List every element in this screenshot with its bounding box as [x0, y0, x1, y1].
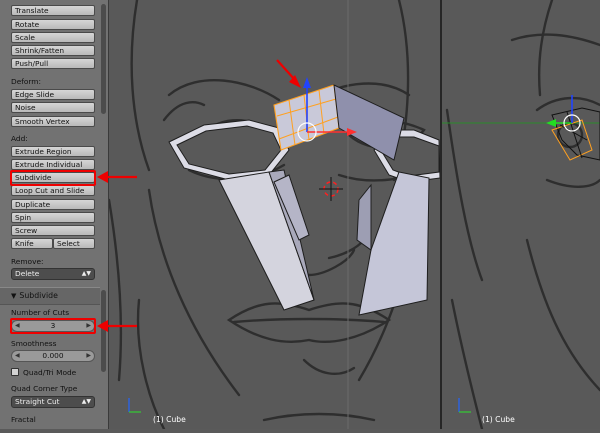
scale-button[interactable]: Scale	[11, 32, 95, 43]
smoothness-label: Smoothness	[11, 339, 57, 348]
loop-cut-button[interactable]: Loop Cut and Slide	[11, 185, 95, 196]
add-label: Add:	[11, 134, 28, 143]
translate-button[interactable]: Translate	[11, 5, 95, 16]
viewport-scene	[107, 0, 441, 431]
scrollbar-top[interactable]	[101, 4, 106, 114]
annotation-arrow-cuts	[97, 320, 137, 332]
number-of-cuts-label: Number of Cuts	[11, 308, 70, 317]
knife-button[interactable]: Knife	[11, 238, 53, 249]
quad-tri-label: Quad/Tri Mode	[23, 368, 77, 377]
remove-label: Remove:	[11, 257, 44, 266]
smoothness-field[interactable]: ◀ 0.000 ▶	[11, 350, 95, 362]
fractal-label: Fractal	[11, 415, 36, 424]
decrement-arrow-icon[interactable]: ◀	[15, 351, 20, 361]
number-of-cuts-highlight	[10, 318, 96, 334]
side-3d-viewport[interactable]: (1) Cube	[442, 0, 600, 431]
smooth-vertex-button[interactable]: Smooth Vertex	[11, 116, 95, 127]
noise-button[interactable]: Noise	[11, 102, 95, 113]
panel-title: Subdivide	[19, 291, 58, 300]
updown-icon: ▲▼	[81, 270, 91, 277]
side-viewport-object-label: (1) Cube	[482, 415, 515, 424]
annotation-arrow-subdivide	[97, 171, 137, 183]
delete-dropdown[interactable]: Delete ▲▼	[11, 268, 95, 280]
select-button[interactable]: Select	[53, 238, 95, 249]
edge-slide-button[interactable]: Edge Slide	[11, 89, 95, 100]
screw-button[interactable]: Screw	[11, 225, 95, 236]
delete-dropdown-value: Delete	[15, 269, 40, 278]
main-3d-viewport[interactable]: (1) Cube	[107, 0, 441, 431]
extrude-region-button[interactable]: Extrude Region	[11, 146, 95, 157]
viewport-object-label: (1) Cube	[153, 415, 186, 424]
smoothness-value: 0.000	[42, 351, 64, 360]
quad-tri-checkbox[interactable]	[11, 368, 19, 376]
quad-corner-dropdown[interactable]: Straight Cut ▲▼	[11, 396, 95, 408]
deform-label: Deform:	[11, 77, 41, 86]
spin-button[interactable]: Spin	[11, 212, 95, 223]
quad-corner-label: Quad Corner Type	[11, 384, 78, 393]
updown-icon: ▲▼	[81, 398, 91, 405]
duplicate-button[interactable]: Duplicate	[11, 199, 95, 210]
side-viewport-scene	[442, 0, 600, 431]
rotate-button[interactable]: Rotate	[11, 19, 95, 30]
tool-shelf: Translate Rotate Scale Shrink/Fatten Pus…	[0, 0, 109, 429]
increment-arrow-icon[interactable]: ▶	[86, 351, 91, 361]
subdivide-highlight	[10, 170, 96, 186]
extrude-individual-button[interactable]: Extrude Individual	[11, 159, 95, 170]
collapse-triangle-icon: ▼	[11, 292, 17, 300]
subdivide-panel-header[interactable]: ▼ Subdivide	[0, 287, 100, 305]
quad-corner-value: Straight Cut	[15, 397, 60, 406]
push-pull-button[interactable]: Push/Pull	[11, 58, 95, 69]
shrink-fatten-button[interactable]: Shrink/Fatten	[11, 45, 95, 56]
